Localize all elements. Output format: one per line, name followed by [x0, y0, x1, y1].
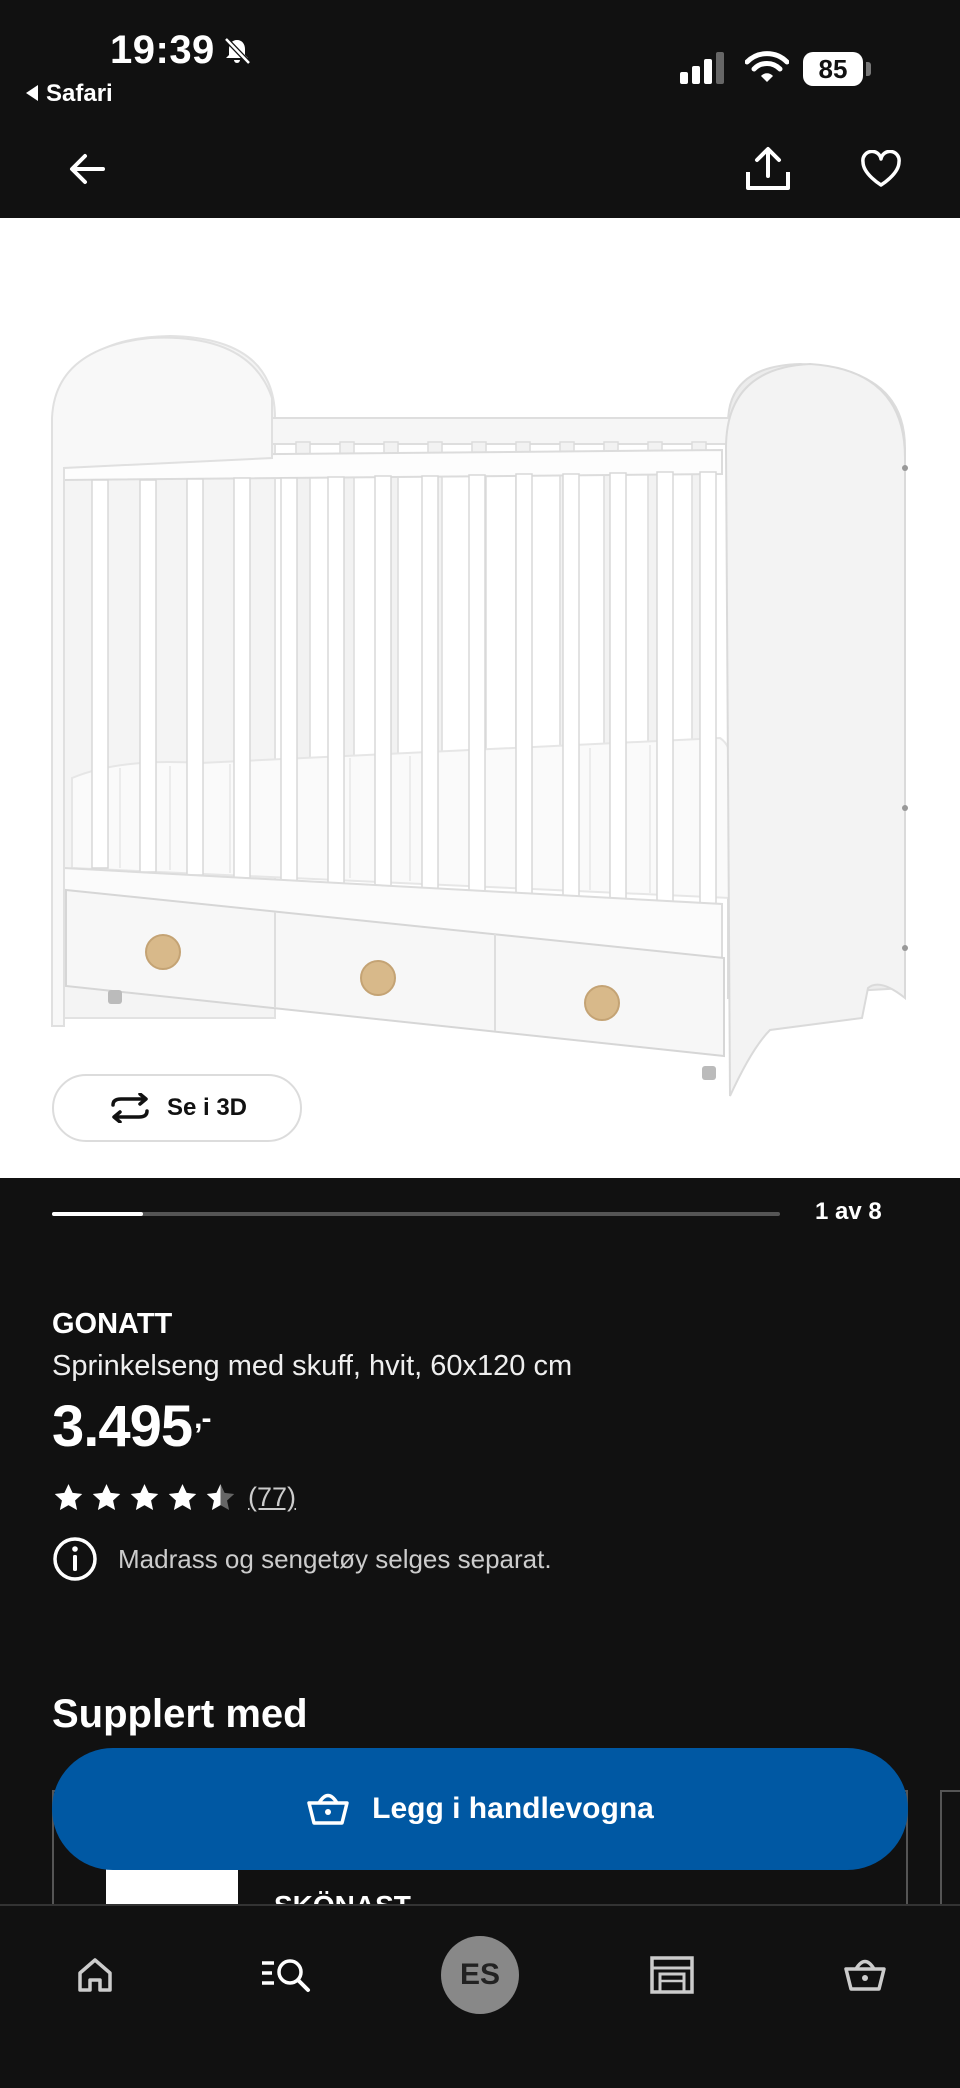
- star-icon: [92, 1484, 121, 1510]
- cellular-signal-icon: [680, 52, 724, 84]
- tab-search[interactable]: [242, 1930, 332, 2020]
- share-icon: [746, 147, 790, 190]
- rotate-3d-icon: [111, 1093, 149, 1123]
- back-to-safari[interactable]: Safari: [26, 80, 113, 108]
- back-app-label: Safari: [46, 80, 113, 107]
- view-in-3d-label: Se i 3D: [166, 1094, 248, 1121]
- complements-heading: Supplert med: [52, 1692, 308, 1736]
- status-bar: 19:39 Safari 85: [0, 0, 960, 120]
- tab-cart[interactable]: [820, 1930, 910, 2020]
- info-text: Madrass og sengetøy selges separat.: [118, 1543, 552, 1574]
- tab-home[interactable]: [50, 1930, 140, 2020]
- product-description: Sprinkelseng med skuff, hvit, 60x120 cm: [52, 1350, 573, 1382]
- product-brand: GONATT: [52, 1308, 173, 1340]
- add-to-cart-label: Legg i handlevogna: [372, 1792, 654, 1825]
- basket-icon: [307, 1793, 349, 1825]
- star-icon: [54, 1484, 83, 1510]
- gallery-counter: 1 av 8: [815, 1198, 882, 1225]
- tab-profile[interactable]: ES: [435, 1930, 525, 2020]
- complement-card-next[interactable]: [940, 1790, 960, 1910]
- gallery-progress-track: [52, 1212, 780, 1216]
- bell-muted-icon: [224, 37, 251, 65]
- product-price: 3.495,-: [52, 1393, 212, 1460]
- cart-basket-icon: [844, 1959, 886, 1991]
- tab-stores[interactable]: [627, 1930, 717, 2020]
- heart-icon: [861, 150, 901, 187]
- search-list-icon: [262, 1959, 310, 1992]
- clock: 19:39: [110, 28, 215, 72]
- back-triangle-icon: [26, 84, 38, 101]
- product-image-gallery[interactable]: Se i 3D: [0, 218, 960, 1178]
- store-icon: [650, 1956, 694, 1994]
- star-icon: [130, 1484, 159, 1510]
- arrow-left-icon: [70, 154, 105, 184]
- crib-product-image: [51, 334, 908, 1097]
- home-icon: [78, 1958, 112, 1992]
- info-icon: [53, 1537, 97, 1581]
- add-to-cart-button[interactable]: Legg i handlevogna: [52, 1748, 908, 1870]
- view-in-3d-button[interactable]: Se i 3D: [52, 1074, 302, 1142]
- share-button[interactable]: [733, 134, 803, 204]
- top-navigation-bar: [0, 120, 960, 218]
- price-value: 3.495: [52, 1394, 193, 1459]
- avatar: ES: [441, 1936, 519, 2014]
- star-icon: [168, 1484, 197, 1510]
- wifi-icon: [745, 51, 789, 82]
- gallery-progress-fill: [52, 1212, 143, 1216]
- bottom-tab-bar: ES: [0, 1904, 960, 2088]
- favorite-button[interactable]: [846, 134, 916, 204]
- battery-cap: [866, 62, 871, 76]
- back-button[interactable]: [52, 134, 122, 204]
- reviews-count-link[interactable]: (77): [248, 1482, 296, 1513]
- star-icon: [206, 1484, 235, 1510]
- rating-stars[interactable]: [52, 1482, 237, 1512]
- battery-indicator: 85: [803, 52, 863, 86]
- price-suffix: ,-: [194, 1402, 211, 1435]
- product-info-note: Madrass og sengetøy selges separat.: [52, 1536, 552, 1582]
